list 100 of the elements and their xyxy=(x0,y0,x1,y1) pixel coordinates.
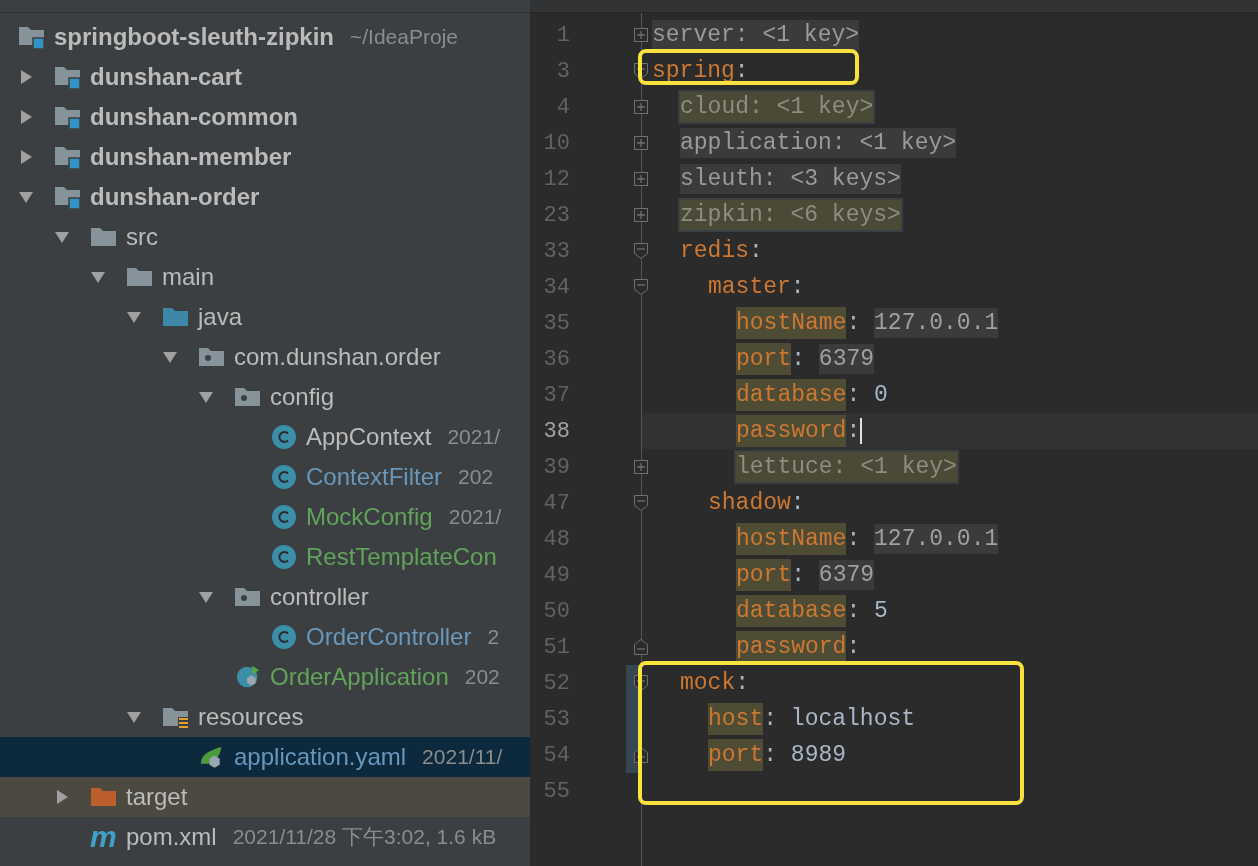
tree-item-label: pom.xml xyxy=(126,823,217,851)
maven-icon: m xyxy=(90,825,118,849)
tree-row[interactable]: application.yaml 2021/11/ xyxy=(0,737,530,777)
expanded-arrow-icon[interactable] xyxy=(126,309,142,325)
yaml-value: 6379 xyxy=(818,344,875,374)
tree-row[interactable]: src xyxy=(0,217,530,257)
tree-row[interactable]: java xyxy=(0,297,530,337)
line-number: 10 xyxy=(542,130,570,156)
tree-row[interactable]: dunshan-order xyxy=(0,177,530,217)
tree-row[interactable]: dunshan-member xyxy=(0,137,530,177)
tree-item-label: controller xyxy=(270,583,369,611)
tree-row[interactable]: dunshan-common xyxy=(0,97,530,137)
collapsed-arrow-icon[interactable] xyxy=(18,149,34,165)
collapsed-arrow-icon[interactable] xyxy=(18,109,34,125)
yaml-key: database xyxy=(736,595,847,627)
item-details: 202 xyxy=(458,465,494,489)
folder-icon xyxy=(126,265,154,289)
folded-block[interactable]: server: <1 key> xyxy=(652,20,860,50)
yaml-colon: : xyxy=(749,238,763,264)
expanded-arrow-icon[interactable] xyxy=(198,589,214,605)
tree-row[interactable]: OrderController 2 xyxy=(0,617,530,657)
tree-item-label: AppContext xyxy=(306,423,432,451)
line-number: 52 xyxy=(542,670,570,696)
yaml-value: 0 xyxy=(874,382,888,408)
item-details: 202 xyxy=(464,665,500,689)
code-editor[interactable] xyxy=(530,0,1258,866)
tree-item-label: java xyxy=(198,303,243,331)
yaml-colon: : xyxy=(846,634,861,660)
folded-block[interactable]: sleuth: <3 keys> xyxy=(680,164,901,194)
tree-row[interactable]: ContextFilter 202 xyxy=(0,457,530,497)
expanded-arrow-icon[interactable] xyxy=(198,389,214,405)
expanded-arrow-icon[interactable] xyxy=(18,189,34,205)
expand-fold-icon[interactable] xyxy=(633,26,649,44)
item-details: 2021/ xyxy=(448,505,502,529)
yaml-colon: : xyxy=(791,346,807,372)
tree-row[interactable]: m pom.xml 2021/11/28 下午3:02, 1.6 kB xyxy=(0,817,530,857)
expanded-arrow-icon[interactable] xyxy=(162,349,178,365)
yaml-key: spring xyxy=(652,58,735,84)
yaml-colon: : xyxy=(735,670,750,696)
yaml-key: redis xyxy=(680,238,749,264)
yaml-colon: : xyxy=(791,562,807,588)
expand-fold-icon[interactable] xyxy=(633,134,649,152)
expanded-arrow-icon[interactable] xyxy=(54,229,70,245)
yaml-key: mock xyxy=(680,670,736,696)
line-number: 51 xyxy=(542,634,570,660)
tree-item-label: MockConfig xyxy=(306,503,433,531)
yaml-value: localhost xyxy=(790,706,916,732)
module-folder-icon xyxy=(54,145,82,169)
tree-row[interactable]: controller xyxy=(0,577,530,617)
expand-fold-icon[interactable] xyxy=(633,206,649,224)
yaml-colon: : xyxy=(846,418,861,444)
tree-item-label: dunshan-member xyxy=(90,143,292,171)
tree-row[interactable]: resources xyxy=(0,697,530,737)
item-details: 2 xyxy=(487,625,500,649)
resources-folder-icon xyxy=(162,705,190,729)
tree-row[interactable]: OrderApplication 202 xyxy=(0,657,530,697)
tree-row[interactable]: RestTemplateCon xyxy=(0,537,530,577)
tree-item-label: OrderController xyxy=(306,623,472,651)
module-folder-icon xyxy=(54,105,82,129)
tree-item-label: application.yaml xyxy=(234,743,407,771)
tree-item-label: ContextFilter xyxy=(306,463,443,491)
tree-row[interactable]: AppContext 2021/ xyxy=(0,417,530,457)
line-number: 39 xyxy=(542,454,570,480)
line-number: 50 xyxy=(542,598,570,624)
line-number: 35 xyxy=(542,310,570,336)
collapsed-arrow-icon[interactable] xyxy=(54,789,70,805)
tree-row[interactable]: target xyxy=(0,777,530,817)
tree-row[interactable]: springboot-sleuth-zipkin ~/IdeaProje xyxy=(0,17,530,57)
item-details: 2021/ xyxy=(447,425,500,449)
tree-row[interactable]: dunshan-cart xyxy=(0,57,530,97)
expand-fold-icon[interactable] xyxy=(633,170,649,188)
line-number: 33 xyxy=(542,238,570,264)
spring-app-icon xyxy=(234,665,262,689)
tree-row[interactable]: config xyxy=(0,377,530,417)
tree-item-label: springboot-sleuth-zipkin xyxy=(54,23,334,51)
tree-row[interactable]: MockConfig 2021/ xyxy=(0,497,530,537)
expanded-arrow-icon[interactable] xyxy=(90,269,106,285)
folded-block[interactable]: application: <1 key> xyxy=(680,128,957,158)
yaml-key: hostName xyxy=(736,307,847,339)
tree-item-label: target xyxy=(126,783,188,811)
class-icon xyxy=(270,505,298,529)
yaml-key: port xyxy=(736,559,792,591)
expand-fold-icon[interactable] xyxy=(633,98,649,116)
yaml-key: shadow xyxy=(708,490,791,516)
item-details: ~/IdeaProje xyxy=(350,25,458,49)
line-number: 55 xyxy=(542,778,570,804)
yaml-key: port xyxy=(736,343,792,375)
yaml-key: master xyxy=(708,274,791,300)
line-number: 48 xyxy=(542,526,570,552)
tree-item-label: dunshan-order xyxy=(90,183,260,211)
yaml-key: host xyxy=(708,703,764,735)
expanded-arrow-icon[interactable] xyxy=(126,709,142,725)
tree-row[interactable]: main xyxy=(0,257,530,297)
collapsed-arrow-icon[interactable] xyxy=(18,69,34,85)
line-number: 3 xyxy=(555,58,570,84)
expand-fold-icon[interactable] xyxy=(633,458,649,476)
tree-row[interactable]: com.dunshan.order xyxy=(0,337,530,377)
tree-item-label: com.dunshan.order xyxy=(234,343,441,371)
line-number: 49 xyxy=(542,562,570,588)
tree-item-label: src xyxy=(126,223,158,251)
